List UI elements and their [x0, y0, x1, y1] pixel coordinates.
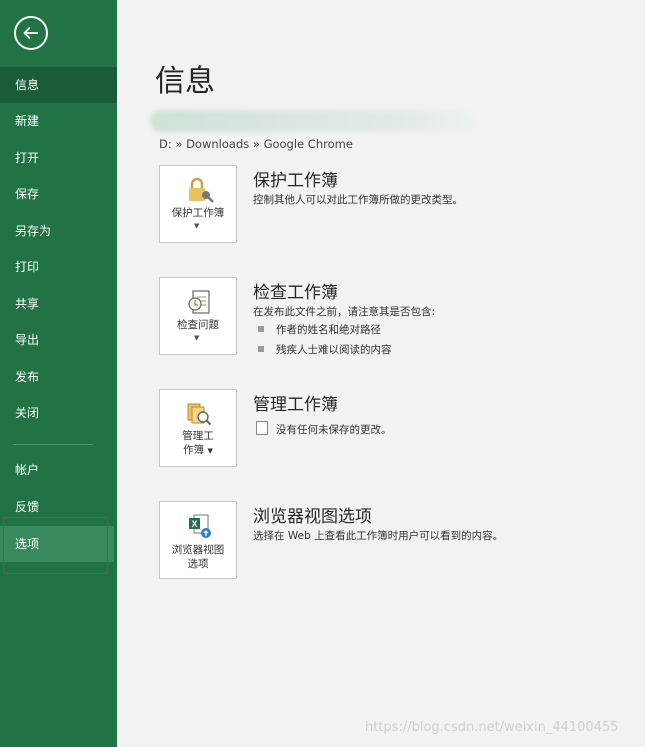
tile-label-line2: 作簿 — [183, 444, 205, 456]
nav-item-print[interactable]: 打印 — [0, 249, 117, 285]
nav-item-info[interactable]: 信息 — [0, 67, 117, 103]
nav-item-publish[interactable]: 发布 — [0, 359, 117, 395]
nav-item-open[interactable]: 打开 — [0, 140, 117, 176]
tile-label: 保护工作簿 — [171, 207, 225, 219]
backstage-sidebar: 信息 新建 打开 保存 另存为 打印 共享 导出 发布 关闭 帐户 反馈 选项 — [0, 0, 117, 747]
nav-item-account[interactable]: 帐户 — [0, 452, 117, 488]
lock-key-icon — [184, 176, 214, 204]
manage-document-icon — [184, 400, 214, 428]
check-issues-button[interactable]: 检查问题 ▼ — [159, 277, 237, 355]
chevron-down-icon: ▼ — [207, 447, 213, 455]
nav-divider — [13, 444, 93, 445]
section-title-protect: 保护工作簿 — [253, 171, 338, 191]
protect-workbook-button[interactable]: 保护工作簿 ▼ — [159, 165, 237, 243]
bullet-text: 残疾人士难以阅读的内容 — [276, 344, 392, 356]
nav-item-save-as[interactable]: 另存为 — [0, 213, 117, 249]
breadcrumb: D: » Downloads » Google Chrome — [159, 137, 353, 151]
tile-label: 管理工 — [182, 430, 214, 442]
bullet-item: 残疾人士难以阅读的内容 — [258, 342, 392, 357]
tile-label: 浏览器视图 — [171, 544, 225, 556]
back-arrow-icon[interactable] — [14, 16, 48, 50]
section-desc-manage: 没有任何未保存的更改。 — [256, 421, 392, 437]
tile-label: 选项 — [187, 558, 209, 570]
section-desc-inspect: 在发布此文件之前，请注意其是否包含: — [253, 306, 436, 318]
manage-workbook-button[interactable]: 管理工 作簿 ▼ — [159, 389, 237, 467]
redacted-filename — [150, 110, 476, 132]
bullet-square-icon — [258, 326, 264, 332]
section-title-manage: 管理工作簿 — [253, 395, 338, 415]
section-title-browser-view: 浏览器视图选项 — [253, 507, 372, 527]
document-small-icon — [256, 421, 268, 435]
nav-item-new[interactable]: 新建 — [0, 103, 117, 139]
nav-item-feedback[interactable]: 反馈 — [0, 489, 117, 525]
tile-label: 检查问题 — [177, 319, 219, 331]
bullet-text: 作者的姓名和绝对路径 — [276, 324, 381, 336]
tile-label: 作簿 ▼ — [160, 444, 236, 458]
bullet-square-icon — [258, 346, 264, 352]
section-title-inspect: 检查工作簿 — [253, 283, 338, 303]
nav-item-options[interactable]: 选项 — [0, 526, 114, 562]
bullet-item: 作者的姓名和绝对路径 — [258, 322, 381, 337]
svg-text:X: X — [192, 519, 198, 529]
nav-item-close[interactable]: 关闭 — [0, 395, 117, 431]
nav-item-export[interactable]: 导出 — [0, 322, 117, 358]
section-desc-browser-view: 选择在 Web 上查看此工作簿时用户可以看到的内容。 — [253, 530, 504, 542]
section-desc-text: 没有任何未保存的更改。 — [276, 424, 392, 436]
chevron-down-icon: ▼ — [194, 222, 200, 230]
nav-item-share[interactable]: 共享 — [0, 286, 117, 322]
page-title: 信息 — [155, 64, 215, 99]
inspect-document-icon — [184, 288, 214, 316]
browser-view-options-button[interactable]: X 浏览器视图 选项 — [159, 501, 237, 579]
section-desc-protect: 控制其他人可以对此工作簿所做的更改类型。 — [253, 194, 463, 206]
excel-web-icon: X — [184, 512, 214, 540]
watermark: https://blog.csdn.net/weixin_44100455 — [365, 720, 619, 735]
chevron-down-icon: ▼ — [194, 334, 200, 342]
nav-item-save[interactable]: 保存 — [0, 176, 117, 212]
